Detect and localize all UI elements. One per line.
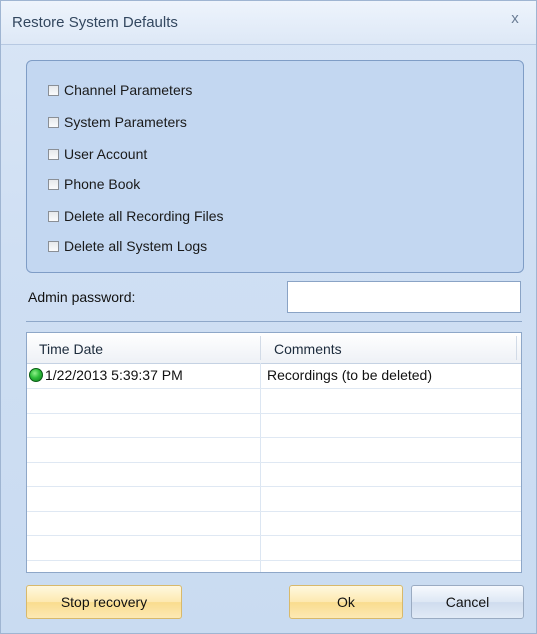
option-label: System Parameters (64, 114, 187, 130)
comments-cell: Recordings (to be deleted) (267, 367, 432, 383)
table-row-empty (27, 487, 521, 512)
title-bar: Restore System Defaults x (1, 1, 536, 45)
checkbox[interactable] (48, 210, 59, 222)
close-icon[interactable]: x (506, 10, 524, 28)
option-channel-parameters[interactable]: Channel Parameters (48, 81, 192, 99)
checkbox[interactable] (48, 148, 59, 160)
cancel-button[interactable]: Cancel (411, 585, 524, 619)
time-date-cell: 1/22/2013 5:39:37 PM (29, 367, 183, 383)
option-phone-book[interactable]: Phone Book (48, 175, 140, 193)
table-row-empty (27, 438, 521, 463)
divider (26, 321, 522, 322)
column-divider (260, 336, 261, 360)
table-row-empty (27, 536, 521, 561)
option-label: Delete all System Logs (64, 238, 208, 254)
table-header: Time Date Comments (27, 333, 521, 364)
table-row-empty (27, 511, 521, 536)
table-row-empty (27, 413, 521, 438)
table-row-empty (27, 389, 521, 414)
option-label: User Account (64, 146, 148, 162)
checkbox[interactable] (48, 240, 59, 252)
checkbox[interactable] (48, 178, 59, 190)
ok-button[interactable]: Ok (289, 585, 403, 619)
table-row-empty (27, 462, 521, 487)
option-label: Phone Book (64, 176, 141, 192)
restore-defaults-dialog: Restore System Defaults x Channel Parame… (0, 0, 537, 634)
option-user-account[interactable]: User Account (48, 145, 147, 163)
option-label: Delete all Recording Files (64, 208, 224, 224)
recovery-log-table: Time Date Comments 1/22/2013 5:39:37 PM … (26, 332, 522, 573)
table-row[interactable]: 1/22/2013 5:39:37 PM Recordings (to be d… (27, 364, 521, 389)
option-delete-system-logs[interactable]: Delete all System Logs (48, 237, 207, 255)
dialog-title: Restore System Defaults (12, 14, 178, 31)
column-header-comments[interactable]: Comments (274, 341, 342, 357)
column-divider (516, 336, 517, 360)
checkbox[interactable] (48, 116, 59, 128)
option-system-parameters[interactable]: System Parameters (48, 113, 187, 131)
checkbox[interactable] (48, 84, 59, 96)
options-group: Channel Parameters System Parameters Use… (26, 60, 524, 273)
time-date-text: 1/22/2013 5:39:37 PM (45, 367, 183, 383)
option-label: Channel Parameters (64, 82, 193, 98)
admin-password-label: Admin password: (28, 289, 136, 305)
column-header-time-date[interactable]: Time Date (39, 341, 103, 357)
option-delete-recording-files[interactable]: Delete all Recording Files (48, 207, 224, 225)
admin-password-input[interactable] (287, 281, 521, 313)
stop-recovery-button[interactable]: Stop recovery (26, 585, 182, 619)
green-status-icon (29, 368, 43, 382)
